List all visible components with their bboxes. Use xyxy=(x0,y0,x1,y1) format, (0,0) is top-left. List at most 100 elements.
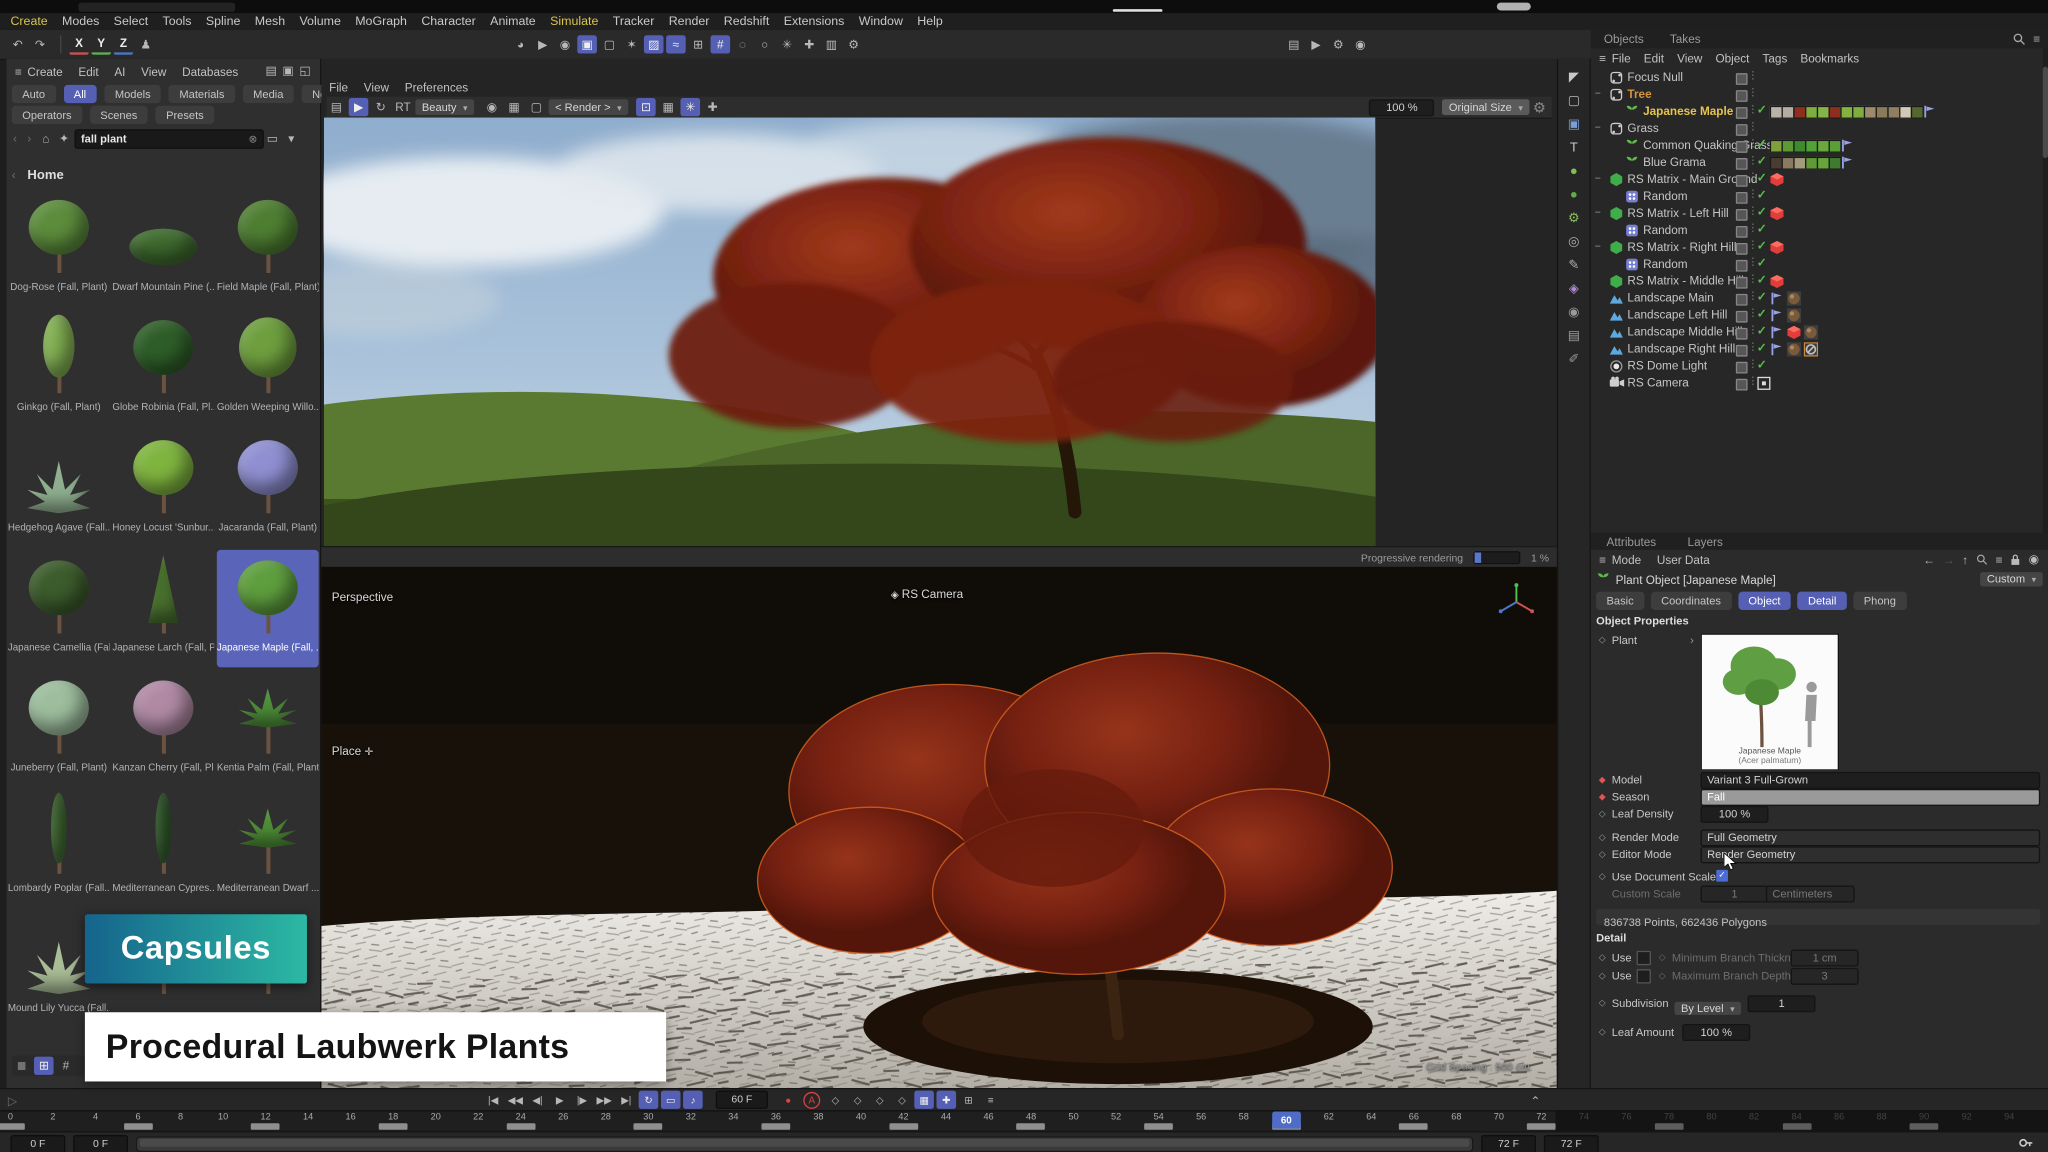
enabled-check-icon[interactable]: ✓ xyxy=(1757,222,1767,236)
rv-icon[interactable]: ⊡ xyxy=(636,98,656,116)
play-button[interactable]: ▶ xyxy=(550,1091,570,1109)
object-name[interactable]: Tree xyxy=(1627,88,1651,101)
browser-menu-item[interactable]: View xyxy=(141,65,166,78)
viewport-label[interactable]: Perspective xyxy=(332,590,393,603)
layer-square[interactable] xyxy=(1736,158,1748,170)
key-diamond[interactable]: ◇ xyxy=(1599,871,1606,881)
frame-tool-icon[interactable]: ▢ xyxy=(1563,90,1585,111)
enabled-check-icon[interactable]: ✓ xyxy=(1757,307,1767,321)
rs-tag-icon[interactable] xyxy=(1770,240,1784,254)
attr-menu-item[interactable]: Mode xyxy=(1612,553,1641,566)
asset-item[interactable]: Japanese Maple (Fall, ... xyxy=(217,550,319,668)
key-diamond[interactable]: ◇ xyxy=(1599,832,1606,842)
toolbar-icon[interactable]: ◌ xyxy=(733,35,753,53)
leaf-density-field[interactable]: 100 % xyxy=(1701,806,1769,823)
layer-square[interactable] xyxy=(1736,260,1748,272)
browser-tab[interactable]: Scenes xyxy=(90,106,148,124)
prev-frame-button[interactable]: ◀| xyxy=(528,1091,548,1109)
layer-square[interactable] xyxy=(1736,328,1748,340)
puzzle-tool-icon[interactable]: ◈ xyxy=(1563,278,1585,299)
object-row-tree[interactable]: −Tree⋮ xyxy=(1591,86,2048,103)
gear-green-icon[interactable]: ⚙ xyxy=(1563,208,1585,229)
sphere-green-icon[interactable]: ● xyxy=(1563,161,1585,182)
pin-icon[interactable]: ◉ xyxy=(2029,552,2039,566)
range-end-field[interactable]: 72 F xyxy=(1544,1135,1599,1152)
key-diamond[interactable]: ◇ xyxy=(1599,970,1606,980)
browser-top-icon[interactable]: ▤ xyxy=(264,62,278,80)
enabled-check-icon[interactable]: ✓ xyxy=(1757,154,1767,168)
object-name[interactable]: RS Dome Light xyxy=(1627,359,1707,372)
menu-item[interactable]: Select xyxy=(114,14,148,28)
expand-icon[interactable]: − xyxy=(1595,206,1601,218)
model-dropdown[interactable]: Variant 3 Full-Grown xyxy=(1701,772,2041,789)
plant-thumbnail[interactable]: Japanese Maple (Acer palmatum) xyxy=(1701,633,1839,770)
frame-field[interactable]: 60 F xyxy=(716,1091,768,1109)
hamburger-icon[interactable]: ≡ xyxy=(12,62,25,80)
enabled-check-icon[interactable]: ✓ xyxy=(1757,205,1767,219)
range-slider[interactable] xyxy=(136,1136,1473,1152)
enabled-check-icon[interactable]: ✓ xyxy=(1757,239,1767,253)
object-row-random[interactable]: Random⋮✓ xyxy=(1591,188,2048,205)
history-forward-icon[interactable]: → xyxy=(1943,553,1955,566)
compass-tool-icon[interactable]: ◎ xyxy=(1563,231,1585,252)
toolbar-icon[interactable]: ≈ xyxy=(666,35,686,53)
plant-expand-arrow[interactable]: › xyxy=(1690,633,1694,646)
layer-square[interactable] xyxy=(1736,277,1748,289)
enabled-check-icon[interactable]: ✓ xyxy=(1757,103,1767,117)
enabled-check-icon[interactable]: ✓ xyxy=(1757,188,1767,202)
asset-item[interactable]: Dwarf Mountain Pine (... xyxy=(112,189,214,307)
back-icon[interactable]: ‹ xyxy=(9,129,21,147)
browser-tab[interactable]: All xyxy=(63,85,96,103)
menu-item[interactable]: MoGraph xyxy=(355,14,407,28)
home-icon[interactable]: ⌂ xyxy=(38,129,54,147)
object-name[interactable]: Landscape Right Hill xyxy=(1627,342,1735,355)
asset-item[interactable]: Globe Robinia (Fall, Pl... xyxy=(112,310,214,428)
asset-item[interactable]: Lombardy Poplar (Fall... xyxy=(8,790,110,908)
goto-start-button[interactable]: |◀ xyxy=(483,1091,503,1109)
expand-icon[interactable]: − xyxy=(1595,240,1601,252)
key-pla-icon[interactable]: ▦ xyxy=(914,1091,934,1109)
asset-item[interactable]: Ginkgo (Fall, Plant) xyxy=(8,310,110,428)
asset-item[interactable]: Mediterranean Dwarf ... xyxy=(217,790,319,908)
key-diamond[interactable]: ◇ xyxy=(1599,952,1606,962)
object-name[interactable]: RS Matrix - Right Hill xyxy=(1627,240,1736,253)
layer-square[interactable] xyxy=(1736,226,1748,238)
search-options-icon[interactable]: ▾ xyxy=(283,129,299,147)
enabled-check-icon[interactable]: ✓ xyxy=(1757,137,1767,151)
toolbar-icon[interactable]: ✳ xyxy=(777,35,797,53)
layer-square[interactable] xyxy=(1736,294,1748,306)
menu-item[interactable]: Simulate xyxy=(550,14,598,28)
panel-collapse-icon[interactable]: ⌃ xyxy=(1526,1092,1546,1110)
view-mode-icon[interactable]: ⊞ xyxy=(34,1057,54,1075)
toolbar-icon[interactable]: ▶ xyxy=(533,35,553,53)
camera-tool-icon[interactable]: ▤ xyxy=(1563,325,1585,346)
rv-icon[interactable]: RT xyxy=(393,98,413,116)
menu-item[interactable]: Help xyxy=(917,14,943,28)
editor-mode-dropdown[interactable]: Render Geometry xyxy=(1701,846,2041,863)
object-row-landscape-middle-hill[interactable]: Landscape Middle Hill⋮✓ xyxy=(1591,324,2048,341)
sound-button[interactable]: ♪ xyxy=(683,1091,703,1109)
use1-checkbox[interactable] xyxy=(1637,951,1651,965)
browser-top-icon[interactable]: ▣ xyxy=(281,62,295,80)
object-row-japanese-maple[interactable]: Japanese Maple⋮✓ xyxy=(1591,103,2048,120)
object-row-random[interactable]: Random⋮✓ xyxy=(1591,256,2048,273)
key-diamond[interactable]: ◇ xyxy=(1599,998,1606,1008)
attr-search-icon[interactable] xyxy=(1976,554,1988,566)
range-button[interactable]: ▭ xyxy=(661,1091,681,1109)
mat-tag-icon[interactable] xyxy=(1804,325,1818,339)
view-mode-icon[interactable]: # xyxy=(56,1057,76,1075)
object-name[interactable]: Random xyxy=(1643,189,1687,202)
mat-tag-icon[interactable] xyxy=(1787,291,1801,305)
layer-square[interactable] xyxy=(1736,243,1748,255)
menu-item[interactable]: Mesh xyxy=(255,14,285,28)
menu-item[interactable]: Character xyxy=(421,14,475,28)
render-view-menu-item[interactable]: View xyxy=(364,81,389,94)
lock-icon[interactable] xyxy=(2010,554,2020,566)
toolbar-icon[interactable]: ▣ xyxy=(577,35,597,53)
object-row-rs-matrix-middle-hill[interactable]: RS Matrix - Middle Hill⋮✓ xyxy=(1591,273,2048,290)
browser-tab[interactable]: Operators xyxy=(12,106,82,124)
layer-square[interactable] xyxy=(1736,192,1748,204)
object-name[interactable]: Blue Grama xyxy=(1643,155,1706,168)
history-back-icon[interactable]: ← xyxy=(1923,553,1935,566)
expand-icon[interactable]: − xyxy=(1595,172,1601,184)
